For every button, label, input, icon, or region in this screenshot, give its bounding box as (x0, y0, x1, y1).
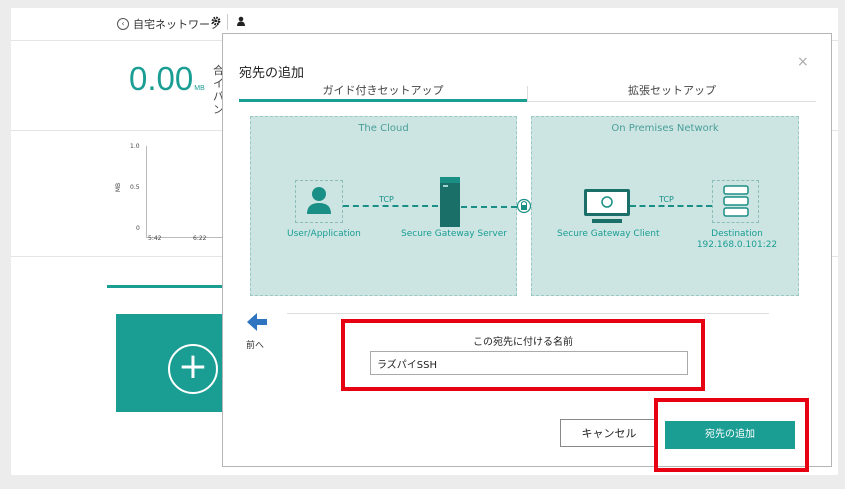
tab-advanced-setup[interactable]: 拡張セットアップ (528, 82, 816, 98)
tab-guided-setup[interactable]: ガイド付きセットアップ (239, 82, 527, 98)
active-tab-underline (239, 99, 527, 102)
server-icon (440, 177, 460, 227)
topbar-separator (227, 14, 228, 30)
destination-address: 192.168.0.101:22 (696, 240, 778, 250)
destination-label: Destination (711, 229, 763, 239)
back-arrow-tail (256, 319, 267, 325)
network-name: 自宅ネットワーク (133, 18, 221, 31)
add-destination-dialog: 宛先の追加 × ガイド付きセットアップ 拡張セットアップ The Cloud U… (222, 33, 832, 472)
add-highlight-box: 宛先の追加 (654, 398, 809, 472)
y-tick-1: 1.0 (130, 143, 140, 150)
settings-gear-icon[interactable] (211, 16, 221, 26)
usage-stat: 0.00MB (129, 60, 205, 98)
user-icon[interactable] (236, 16, 246, 26)
premises-zone-label: On Premises Network (611, 123, 719, 134)
tab-baseline (528, 101, 816, 102)
y-axis-label: MB (115, 182, 123, 193)
chart-y-axis (146, 146, 147, 238)
name-field-label: この宛先に付ける名前 (473, 337, 573, 348)
plus-icon: + (168, 344, 218, 394)
database-icon (723, 185, 749, 217)
y-tick-0: 0 (136, 225, 140, 232)
network-selector[interactable]: ‹ 自宅ネットワーク (117, 16, 221, 32)
tab-divider (527, 86, 528, 102)
monitor-icon (584, 189, 630, 223)
x-tick-2: 6:22 (193, 235, 207, 242)
tcp-label-right: TCP (659, 195, 674, 204)
user-icon (307, 187, 331, 214)
tcp-label-left: TCP (379, 195, 394, 204)
add-destination-button[interactable]: 宛先の追加 (665, 421, 795, 449)
lock-icon (517, 198, 531, 214)
gateway-client-label: Secure Gateway Client (557, 229, 660, 239)
back-circle-icon: ‹ (117, 18, 129, 30)
tab-indicator (107, 285, 237, 288)
prev-label[interactable]: 前へ (246, 338, 264, 351)
add-destination-tile[interactable]: + (116, 314, 236, 412)
premises-zone: On Premises Network Secure Gateway Clien… (531, 116, 799, 296)
dialog-title: 宛先の追加 (239, 66, 305, 81)
y-tick-05: 0.5 (130, 184, 140, 191)
destination-name-input[interactable] (370, 351, 688, 375)
cancel-button[interactable]: キャンセル (560, 419, 658, 447)
connection-line-left (343, 205, 438, 207)
cloud-zone-label: The Cloud (358, 123, 409, 134)
connection-line-right (630, 205, 712, 207)
name-highlight-box: この宛先に付ける名前 (341, 319, 705, 391)
close-icon[interactable]: × (797, 54, 809, 70)
gateway-server-label: Secure Gateway Server (401, 229, 507, 239)
usage-unit: MB (194, 85, 205, 92)
x-tick-1: 5:42 (148, 235, 162, 242)
form-divider (287, 313, 769, 314)
user-app-label: User/Application (287, 229, 361, 239)
usage-value: 0.00 (129, 60, 194, 97)
